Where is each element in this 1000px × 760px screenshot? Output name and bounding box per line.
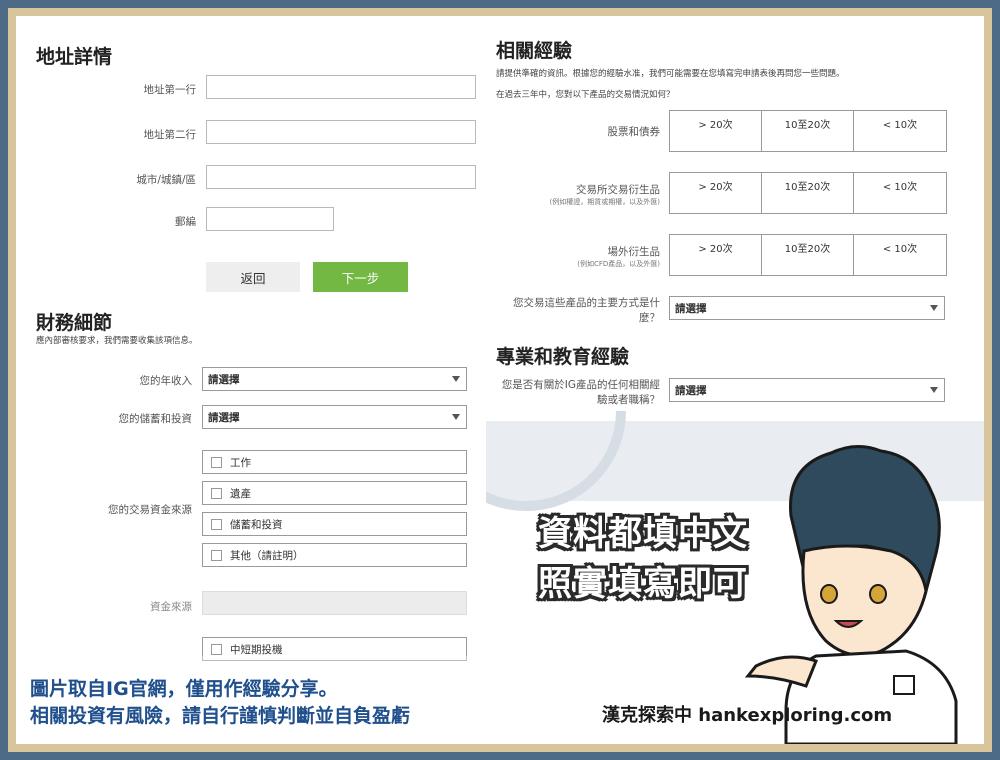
address-line1-label: 地址第一行	[143, 84, 197, 96]
savings-select-value: 請選擇	[208, 411, 240, 424]
freq-option-low[interactable]: < 10次	[854, 173, 946, 213]
trade-method-label: 您交易這些產品的主要方式是什麼？	[513, 297, 660, 324]
chevron-down-icon	[452, 376, 460, 382]
address-title: 地址詳情	[36, 46, 113, 68]
address-panel: 地址詳情 地址第一行 地址第二行 城市/城鎮/區 郵編 返回 下一步 財務細節 …	[26, 26, 496, 676]
freq-option-high[interactable]: > 20次	[670, 111, 762, 151]
checkbox-icon	[211, 549, 222, 561]
fund-source-other-input[interactable]	[202, 591, 467, 615]
checkbox-icon	[211, 518, 222, 530]
freq-option-mid[interactable]: 10至20次	[762, 173, 854, 213]
city-input[interactable]	[206, 165, 476, 189]
savings-select[interactable]: 請選擇	[202, 405, 467, 429]
income-select[interactable]: 請選擇	[202, 367, 467, 391]
experience-row-label: 交易所交易衍生品 (例如權證，期貨或期權，以及外匯)	[550, 182, 660, 207]
city-label: 城市/城鎮/區	[136, 174, 196, 186]
fund-source-other-label: 資金來源	[150, 601, 192, 613]
trade-method-select-value: 請選擇	[675, 302, 707, 315]
chevron-down-icon	[452, 414, 460, 420]
experience-row-exchange-derivatives: > 20次 10至20次 < 10次	[669, 172, 947, 214]
chevron-down-icon	[930, 387, 938, 393]
overlay-line-1: 資料都填中文	[538, 514, 748, 554]
education-title: 專業和教育經驗	[496, 346, 630, 368]
checkbox-icon	[211, 487, 222, 499]
education-select-value: 請選擇	[675, 384, 707, 397]
experience-panel: 相關經驗 請提供準確的資訊。根據您的經驗水准，我們可能需要在您填寫完申請表後再問…	[486, 26, 976, 411]
freq-option-high[interactable]: > 20次	[670, 173, 762, 213]
fund-source-option-label: 工作	[230, 456, 251, 469]
experience-row-label: 場外衍生品 (例如CFD產品，以及外匯)	[577, 244, 660, 269]
finance-subtitle: 應內部審核要求，我們需要收集該項信息。	[36, 336, 198, 346]
disclaimer-line-1: 圖片取自IG官網，僅用作經驗分享。	[30, 678, 338, 700]
freq-option-mid[interactable]: 10至20次	[762, 235, 854, 275]
experience-row-title: 股票和債券	[607, 126, 661, 138]
experience-subtitle: 請提供準確的資訊。根據您的經驗水准，我們可能需要在您填寫完申請表後再問您一些問題…	[496, 69, 845, 79]
experience-row-note: (例如CFD產品，以及外匯)	[577, 260, 660, 268]
fund-source-option-label: 遺產	[230, 487, 251, 500]
education-select[interactable]: 請選擇	[669, 378, 945, 402]
experience-row-otc-derivatives: > 20次 10至20次 < 10次	[669, 234, 947, 276]
fund-source-option-work[interactable]: 工作	[202, 450, 467, 474]
freq-option-mid[interactable]: 10至20次	[762, 111, 854, 151]
income-select-value: 請選擇	[208, 373, 240, 386]
purpose-option-label: 中短期投機	[230, 643, 283, 656]
fund-source-option-label: 儲蓄和投資	[230, 518, 283, 531]
postcode-input[interactable]	[206, 207, 334, 231]
next-button[interactable]: 下一步	[313, 262, 408, 292]
fund-source-label: 您的交易資金來源	[108, 504, 192, 516]
address-line1-input[interactable]	[206, 75, 476, 99]
fund-source-option-inheritance[interactable]: 遺產	[202, 481, 467, 505]
illustration-area: 資料都填中文 照實填寫即可	[486, 411, 984, 744]
checkbox-icon	[211, 456, 222, 468]
address-line2-input[interactable]	[206, 120, 476, 144]
experience-row-stocks: > 20次 10至20次 < 10次	[669, 110, 947, 152]
experience-row-label: 股票和債券	[608, 124, 661, 139]
brand-watermark: 漢克探索中 hankexploring.com	[602, 705, 893, 726]
fund-source-option-other[interactable]: 其他（請註明）	[202, 543, 467, 567]
education-question: 您是否有關於IG產品的任何相關經驗或者職稱？	[501, 379, 660, 406]
checkbox-icon	[211, 643, 222, 655]
fund-source-option-label: 其他（請註明）	[230, 549, 304, 562]
overlay-line-2: 照實填寫即可	[538, 564, 748, 604]
freq-option-low[interactable]: < 10次	[854, 111, 946, 151]
income-label: 您的年收入	[139, 375, 193, 387]
savings-label: 您的儲蓄和投資	[118, 413, 193, 425]
experience-row-title: 交易所交易衍生品	[576, 184, 660, 196]
disclaimer-line-2: 相關投資有風險，請自行謹慎判斷並自負盈虧	[30, 705, 411, 727]
freq-option-high[interactable]: > 20次	[670, 235, 762, 275]
freq-option-low[interactable]: < 10次	[854, 235, 946, 275]
chevron-down-icon	[930, 305, 938, 311]
finance-title: 財務細節	[36, 312, 113, 334]
trade-method-select[interactable]: 請選擇	[669, 296, 945, 320]
experience-row-title: 場外衍生品	[607, 246, 661, 258]
fund-source-option-savings[interactable]: 儲蓄和投資	[202, 512, 467, 536]
experience-row-note: (例如權證，期貨或期權，以及外匯)	[549, 198, 660, 206]
address-line2-label: 地址第二行	[143, 129, 197, 141]
postcode-label: 郵編	[175, 216, 196, 228]
canvas: 地址詳情 地址第一行 地址第二行 城市/城鎮/區 郵編 返回 下一步 財務細節 …	[16, 16, 984, 744]
experience-title: 相關經驗	[496, 40, 573, 62]
back-button[interactable]: 返回	[206, 262, 300, 292]
experience-question: 在過去三年中，您對以下產品的交易情況如何？	[496, 90, 675, 100]
